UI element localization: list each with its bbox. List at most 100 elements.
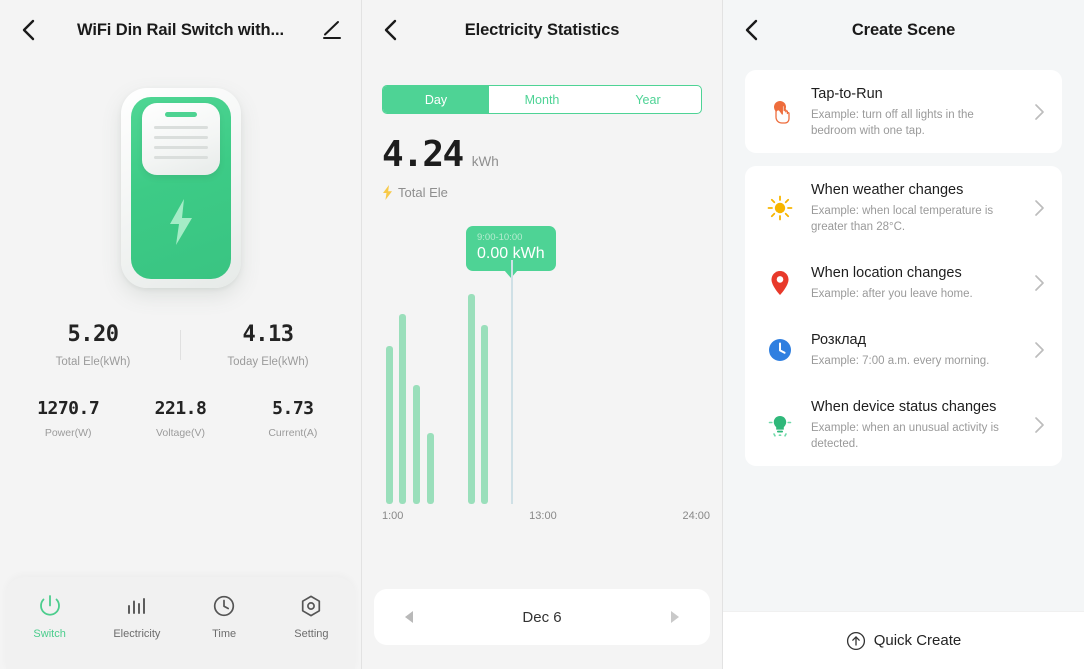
scene-option-location[interactable]: When location changes Example: after you… bbox=[745, 249, 1062, 316]
chart-bar[interactable] bbox=[467, 294, 475, 504]
chevron-left-icon bbox=[745, 19, 757, 41]
statistics-navbar: Electricity Statistics bbox=[362, 0, 722, 60]
quick-create-button[interactable]: Quick Create bbox=[723, 611, 1084, 669]
summary-caption-row: Total Ele bbox=[382, 185, 722, 200]
scene-option-tap-to-run[interactable]: Tap-to-Run Example: turn off all lights … bbox=[745, 70, 1062, 153]
previous-day-button[interactable] bbox=[398, 604, 420, 630]
bar-chart-icon bbox=[127, 598, 145, 614]
chart-bar[interactable] bbox=[385, 346, 393, 504]
next-day-button[interactable] bbox=[664, 604, 686, 630]
triangle-right-icon bbox=[671, 611, 679, 623]
chevron-right-icon bbox=[1030, 416, 1048, 434]
tap-to-run-card[interactable]: Tap-to-Run Example: turn off all lights … bbox=[745, 70, 1062, 153]
electricity-bar-chart: 9:00-10:00 0.00 kWh 1:00 13:00 24:00 bbox=[362, 204, 722, 569]
scene-title: When device status changes bbox=[811, 399, 997, 415]
tab-label: Electricity bbox=[113, 628, 161, 640]
stat-value: 221.8 bbox=[154, 398, 207, 419]
tab-label: Switch bbox=[33, 628, 66, 640]
scene-option-weather[interactable]: When weather changes Example: when local… bbox=[745, 166, 1062, 249]
chevron-right-icon bbox=[1030, 199, 1048, 217]
device-image bbox=[120, 88, 241, 288]
segment-day[interactable]: Day bbox=[383, 86, 489, 113]
stat-voltage: 221.8 Voltage(V) bbox=[124, 398, 236, 439]
back-button[interactable] bbox=[12, 14, 44, 46]
tooltip-time-range: 9:00-10:00 bbox=[477, 232, 523, 243]
tab-electricity[interactable]: Electricity bbox=[93, 593, 180, 640]
scene-title: Tap-to-Run bbox=[811, 86, 883, 102]
tab-switch[interactable]: Switch bbox=[6, 593, 93, 640]
secondary-stats: 1270.7 Power(W) 221.8 Voltage(V) 5.73 Cu… bbox=[0, 398, 361, 439]
scene-text: Tap-to-Run Example: turn off all lights … bbox=[811, 84, 1016, 139]
scene-text: When weather changes Example: when local… bbox=[811, 180, 1016, 235]
scene-subtitle: Example: after you leave home. bbox=[811, 288, 973, 300]
condition-options-card: When weather changes Example: when local… bbox=[745, 166, 1062, 466]
create-scene-screen: Create Scene Tap-to-Run Example: turn of… bbox=[722, 0, 1084, 669]
tab-setting[interactable]: Setting bbox=[268, 593, 355, 640]
x-tick-label: 13:00 bbox=[529, 510, 557, 522]
chart-plot-area[interactable] bbox=[382, 260, 710, 504]
selected-date-label: Dec 6 bbox=[522, 608, 562, 626]
back-button[interactable] bbox=[735, 14, 767, 46]
device-body bbox=[130, 97, 231, 279]
chevron-left-icon bbox=[384, 19, 396, 41]
page-title: Create Scene bbox=[851, 20, 956, 39]
summary-value-row: 4.24 kWh bbox=[382, 134, 722, 175]
primary-stats: 5.20 Total Ele(kWh) 4.13 Today Ele(kWh) bbox=[0, 322, 361, 368]
lightning-bolt-icon bbox=[383, 185, 392, 200]
circle-arrow-up-icon bbox=[846, 631, 865, 650]
scene-text: Розклад Example: 7:00 a.m. every morning… bbox=[811, 330, 1016, 369]
device-status-icon bbox=[763, 408, 797, 442]
bottom-tab-bar: Switch Electricity Time Setting bbox=[6, 577, 355, 669]
x-tick-label: 1:00 bbox=[382, 510, 404, 522]
scene-text: When device status changes Example: when… bbox=[811, 397, 1016, 452]
scene-title: When location changes bbox=[811, 265, 962, 281]
sun-icon bbox=[763, 191, 797, 225]
scene-text: When location changes Example: after you… bbox=[811, 263, 1016, 302]
segment-year[interactable]: Year bbox=[595, 86, 701, 113]
pencil-edit-icon bbox=[323, 21, 341, 39]
scene-option-schedule[interactable]: Розклад Example: 7:00 a.m. every morning… bbox=[745, 316, 1062, 383]
three-phone-screenshots: WiFi Din Rail Switch with... 5.20 Total … bbox=[0, 0, 1084, 669]
gear-hex-icon bbox=[302, 595, 321, 617]
tab-time[interactable]: Time bbox=[181, 593, 268, 640]
scene-option-device-status[interactable]: When device status changes Example: when… bbox=[745, 383, 1062, 466]
stat-label: Total Ele(kWh) bbox=[55, 356, 131, 368]
stat-value: 1270.7 bbox=[37, 398, 100, 419]
chart-cursor-line bbox=[510, 260, 513, 504]
quick-create-label: Quick Create bbox=[873, 632, 962, 649]
din-rail-switch-icon bbox=[120, 88, 241, 288]
tab-label: Setting bbox=[294, 628, 329, 640]
scene-navbar: Create Scene bbox=[723, 0, 1084, 60]
back-button[interactable] bbox=[374, 14, 406, 46]
chart-bar[interactable] bbox=[399, 313, 407, 504]
date-selector: Dec 6 bbox=[374, 589, 710, 645]
segment-month[interactable]: Month bbox=[489, 86, 595, 113]
device-led-indicator bbox=[164, 112, 197, 117]
stat-power: 1270.7 Power(W) bbox=[12, 398, 124, 439]
chart-bar[interactable] bbox=[413, 385, 421, 504]
scene-title: Розклад bbox=[811, 332, 867, 348]
device-terminal-block bbox=[141, 103, 220, 175]
device-control-screen: WiFi Din Rail Switch with... 5.20 Total … bbox=[0, 0, 361, 669]
period-segmented-control: Day Month Year bbox=[382, 85, 702, 114]
chart-bar[interactable] bbox=[426, 432, 434, 504]
stat-today-ele: 4.13 Today Ele(kWh) bbox=[181, 322, 355, 368]
stat-value: 5.20 bbox=[67, 322, 119, 347]
stat-total-ele: 5.20 Total Ele(kWh) bbox=[6, 322, 180, 368]
clock-icon bbox=[763, 333, 797, 367]
stat-current: 5.73 Current(A) bbox=[237, 398, 349, 439]
clock-icon bbox=[213, 595, 235, 617]
page-title: WiFi Din Rail Switch with... bbox=[77, 20, 284, 39]
chevron-right-icon bbox=[1030, 341, 1048, 359]
page-title: Electricity Statistics bbox=[464, 20, 620, 39]
scene-subtitle: Example: turn off all lights in the bedr… bbox=[811, 109, 974, 137]
scene-subtitle: Example: when local temperature is great… bbox=[811, 205, 994, 233]
summary-caption: Total Ele bbox=[398, 185, 448, 200]
lightning-bolt-icon bbox=[169, 199, 192, 245]
edit-button[interactable] bbox=[317, 15, 347, 45]
summary-unit: kWh bbox=[471, 154, 499, 169]
chart-bar[interactable] bbox=[481, 324, 489, 504]
location-pin-icon bbox=[763, 266, 797, 300]
tap-hand-icon bbox=[763, 95, 797, 129]
triangle-left-icon bbox=[405, 611, 413, 623]
